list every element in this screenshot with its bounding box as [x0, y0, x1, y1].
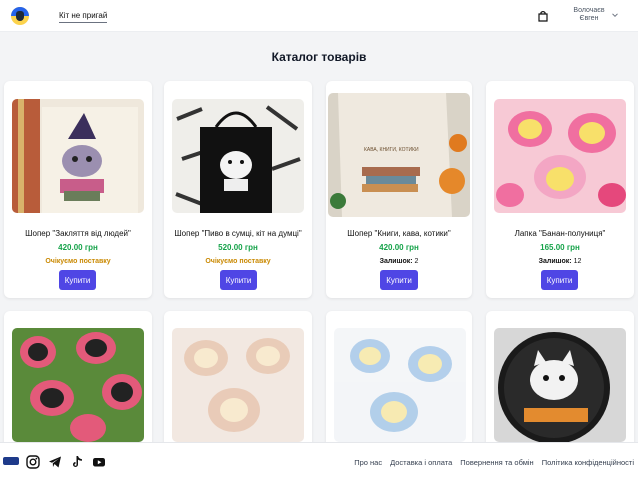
brand-link[interactable]: Кіт не пригай	[59, 11, 108, 23]
instagram-icon[interactable]	[26, 455, 40, 469]
footer-link-privacy[interactable]: Політика конфіденційності	[542, 458, 634, 467]
user-menu[interactable]: Волочаєв Євген	[566, 7, 612, 23]
product-name: Лапка "Банан-полуниця"	[514, 229, 606, 238]
product-card	[4, 311, 152, 451]
product-card: Шопер "Пиво в сумці, кіт на думці" 520.0…	[164, 81, 312, 298]
stock-value: 12	[573, 258, 582, 265]
stock-label: Залишок:	[538, 258, 572, 265]
product-image[interactable]: КАВА, КНИГИ, КОТИКИ	[328, 93, 470, 217]
telegram-icon[interactable]	[48, 455, 62, 469]
page-title: Каталог товарів	[271, 50, 367, 64]
footer-link-delivery[interactable]: Доставка і оплата	[390, 458, 452, 467]
product-card	[164, 311, 312, 451]
buy-button[interactable]: Купити	[220, 270, 257, 290]
product-price: 520.00 грн	[218, 243, 258, 252]
logo-icon[interactable]	[11, 7, 29, 25]
product-card	[326, 311, 472, 451]
footer-links: Про нас Доставка і оплата Повернення та …	[354, 458, 634, 467]
footer-link-about[interactable]: Про нас	[354, 458, 382, 467]
tiktok-icon[interactable]	[70, 455, 84, 469]
user-first-line: Волочаєв	[573, 7, 605, 14]
product-price: 420.00 грн	[379, 243, 419, 252]
product-price: 165.00 грн	[540, 243, 580, 252]
product-card: КАВА, КНИГИ, КОТИКИ Шопер "Книги, кава, …	[326, 81, 472, 298]
cart-icon[interactable]	[537, 10, 549, 22]
buy-button[interactable]: Купити	[380, 270, 418, 290]
top-header: Кіт не пригай Волочаєв Євген	[0, 0, 638, 32]
product-status: Очікуємо поставку	[45, 258, 111, 265]
product-image[interactable]	[12, 328, 144, 442]
product-image[interactable]	[172, 99, 304, 213]
product-image[interactable]	[494, 99, 626, 213]
youtube-icon[interactable]	[92, 455, 106, 469]
footer: Про нас Доставка і оплата Повернення та …	[0, 442, 638, 480]
product-card	[486, 311, 634, 451]
product-image[interactable]	[12, 99, 144, 213]
product-name: Шопер "Пиво в сумці, кіт на думці"	[174, 229, 302, 238]
product-image[interactable]	[494, 328, 626, 442]
product-name: Шопер "Закляття від людей"	[25, 229, 131, 238]
product-name: Шопер "Книги, кава, котики"	[347, 229, 451, 238]
product-card: Шопер "Закляття від людей" 420.00 грн Оч…	[4, 81, 152, 298]
product-price: 420.00 грн	[58, 243, 98, 252]
product-stock: Залишок: 12	[486, 258, 634, 265]
buy-button[interactable]: Купити	[59, 270, 96, 290]
product-card: Лапка "Банан-полуниця" 165.00 грн Залишо…	[486, 81, 634, 298]
buy-button[interactable]: Купити	[541, 270, 578, 290]
user-second-line: Євген	[579, 15, 599, 22]
product-stock: Залишок: 2	[326, 258, 472, 265]
footer-logo-icon[interactable]	[3, 457, 19, 465]
chevron-down-icon[interactable]	[611, 11, 619, 19]
footer-link-returns[interactable]: Повернення та обмін	[460, 458, 533, 467]
product-image[interactable]	[334, 328, 466, 442]
stock-value: 2	[414, 258, 419, 265]
product-status: Очікуємо поставку	[205, 258, 271, 265]
product-image[interactable]	[172, 328, 304, 442]
svg-text:КАВА, КНИГИ, КОТИКИ: КАВА, КНИГИ, КОТИКИ	[364, 147, 419, 153]
stock-label: Залишок:	[379, 258, 413, 265]
